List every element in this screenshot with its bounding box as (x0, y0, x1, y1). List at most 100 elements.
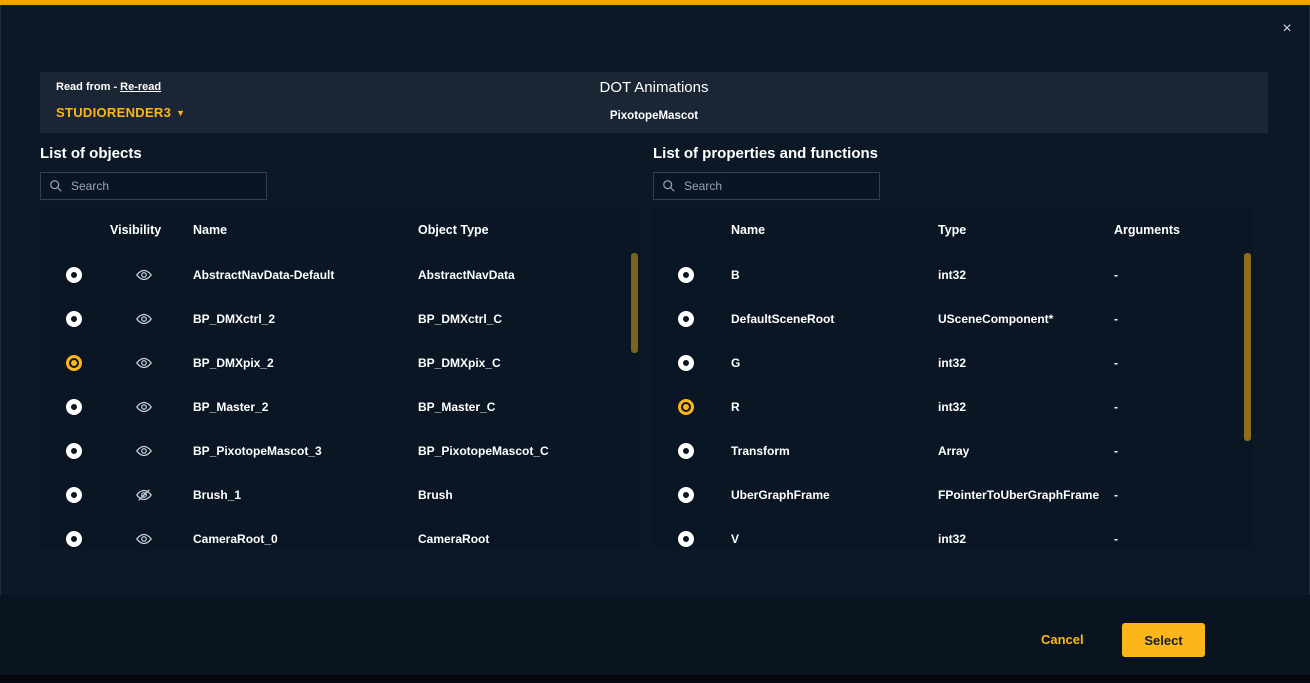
visibility-eye-icon[interactable] (135, 312, 153, 326)
object-name: BP_PixotopeMascot_3 (193, 444, 322, 458)
table-row: Gint32 - (653, 341, 1253, 385)
objects-search-input[interactable] (71, 179, 258, 193)
search-icon (662, 179, 676, 193)
property-arguments: - (1114, 312, 1118, 326)
property-name: DefaultSceneRoot (731, 312, 834, 326)
property-name: R (731, 400, 740, 414)
object-select-radio[interactable] (66, 531, 82, 547)
property-type: FPointerToUberGraphFrame (938, 488, 1099, 502)
table-row: Rint32 - (653, 385, 1253, 429)
object-type: BP_DMXctrl_C (418, 312, 502, 326)
table-row: UberGraphFrame FPointerToUberGraphFrame - (653, 473, 1253, 517)
object-type: BP_PixotopeMascot_C (418, 444, 549, 458)
table-row: Bint32 - (653, 253, 1253, 297)
column-header-object-type: Object Type (418, 223, 489, 237)
property-arguments: - (1114, 444, 1118, 458)
objects-scrollbar[interactable] (631, 253, 638, 353)
table-row: Vint32 - (653, 517, 1253, 549)
dialog-title: DOT Animations (40, 79, 1268, 96)
object-name: BP_DMXpix_2 (193, 356, 274, 370)
property-select-radio[interactable] (678, 355, 694, 371)
object-type: AbstractNavData (418, 268, 515, 282)
column-header-arguments: Arguments (1114, 223, 1180, 237)
column-header-name: Name (731, 223, 765, 237)
property-name: G (731, 356, 740, 370)
object-select-radio[interactable] (66, 443, 82, 459)
object-select-radio[interactable] (66, 311, 82, 327)
table-row: BP_DMXctrl_2 BP_DMXctrl_C (40, 297, 640, 341)
property-type: Array (938, 444, 969, 458)
select-button[interactable]: Select (1122, 623, 1205, 657)
visibility-eye-off-icon[interactable] (135, 488, 153, 502)
property-arguments: - (1114, 400, 1118, 414)
object-name: BP_Master_2 (193, 400, 268, 414)
visibility-eye-icon[interactable] (135, 400, 153, 414)
properties-table: Name Type Arguments Bint32-DefaultSceneR… (653, 208, 1253, 549)
object-select-radio[interactable] (66, 267, 82, 283)
object-name: Brush_1 (193, 488, 241, 502)
table-row: Brush_1 Brush (40, 473, 640, 517)
table-row: BP_Master_2 BP_Master_C (40, 385, 640, 429)
property-select-radio[interactable] (678, 399, 694, 415)
column-header-visibility: Visibility (110, 223, 161, 237)
close-icon[interactable]: × (1276, 18, 1298, 40)
object-select-radio[interactable] (66, 399, 82, 415)
property-arguments: - (1114, 356, 1118, 370)
object-type: Brush (418, 488, 453, 502)
search-icon (49, 179, 63, 193)
property-select-radio[interactable] (678, 311, 694, 327)
property-name: B (731, 268, 740, 282)
property-type: int32 (938, 268, 966, 282)
objects-search-box (40, 172, 267, 200)
objects-table: Visibility Name Object Type AbstractNavD… (40, 208, 640, 549)
column-header-type: Type (938, 223, 966, 237)
objects-table-header: Visibility Name Object Type (40, 208, 640, 252)
table-row: Transform Array - (653, 429, 1253, 473)
properties-scrollbar[interactable] (1244, 253, 1251, 441)
properties-search-box (653, 172, 880, 200)
dialog-header: Read from -Re-read STUDIORENDER3▼ DOT An… (40, 72, 1268, 133)
object-type: BP_DMXpix_C (418, 356, 501, 370)
object-select-radio[interactable] (66, 355, 82, 371)
bottom-border (0, 675, 1310, 683)
object-select-radio[interactable] (66, 487, 82, 503)
table-row: AbstractNavData-Default AbstractNavData (40, 253, 640, 297)
object-type: CameraRoot (418, 532, 489, 546)
visibility-eye-icon[interactable] (135, 268, 153, 282)
object-name: AbstractNavData-Default (193, 268, 334, 282)
property-arguments: - (1114, 532, 1118, 546)
properties-panel-title: List of properties and functions (653, 145, 878, 162)
cancel-button[interactable]: Cancel (1041, 632, 1084, 647)
property-name: UberGraphFrame (731, 488, 830, 502)
column-header-name: Name (193, 223, 227, 237)
property-name: Transform (731, 444, 790, 458)
top-accent-bar (0, 0, 1310, 5)
table-row: DefaultSceneRoot USceneComponent* - (653, 297, 1253, 341)
property-type: int32 (938, 532, 966, 546)
property-type: int32 (938, 356, 966, 370)
property-arguments: - (1114, 268, 1118, 282)
dialog-footer (0, 595, 1310, 675)
property-select-radio[interactable] (678, 443, 694, 459)
property-type: int32 (938, 400, 966, 414)
objects-panel-title: List of objects (40, 145, 142, 162)
object-name: CameraRoot_0 (193, 532, 278, 546)
property-arguments: - (1114, 488, 1118, 502)
property-select-radio[interactable] (678, 487, 694, 503)
properties-table-header: Name Type Arguments (653, 208, 1253, 252)
object-type: BP_Master_C (418, 400, 495, 414)
property-name: V (731, 532, 739, 546)
property-select-radio[interactable] (678, 267, 694, 283)
dialog-subtitle: PixotopeMascot (40, 110, 1268, 122)
table-row: BP_DMXpix_2 BP_DMXpix_C (40, 341, 640, 385)
table-row: CameraRoot_0 CameraRoot (40, 517, 640, 549)
visibility-eye-icon[interactable] (135, 356, 153, 370)
dot-animations-dialog: { "window": { "close_icon": "×" }, "head… (0, 0, 1310, 683)
visibility-eye-icon[interactable] (135, 532, 153, 546)
table-row: BP_PixotopeMascot_3 BP_PixotopeMascot_C (40, 429, 640, 473)
property-type: USceneComponent* (938, 312, 1053, 326)
property-select-radio[interactable] (678, 531, 694, 547)
object-name: BP_DMXctrl_2 (193, 312, 275, 326)
visibility-eye-icon[interactable] (135, 444, 153, 458)
properties-search-input[interactable] (684, 179, 871, 193)
